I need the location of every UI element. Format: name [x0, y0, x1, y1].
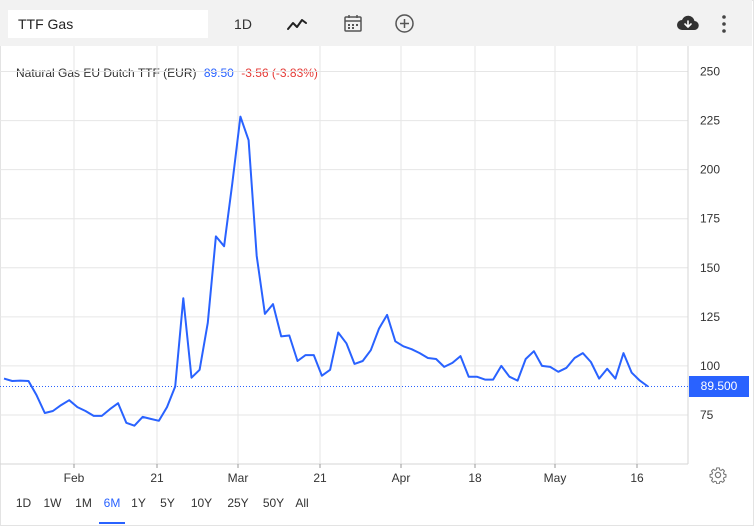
x-tick-label: Apr [392, 471, 411, 485]
y-tick-label: 150 [700, 261, 720, 275]
y-tick-label: 75 [700, 408, 714, 422]
x-tick-label: Feb [64, 471, 85, 485]
y-tick-label: 250 [700, 65, 720, 79]
y-tick-label: 225 [700, 114, 720, 128]
last-price-tag: 89.500 [689, 376, 749, 398]
range-1d[interactable]: 1D [10, 488, 37, 522]
y-tick-label: 100 [700, 359, 720, 373]
range-10y[interactable]: 10Y [183, 488, 220, 522]
chart-toolbar: 1D [0, 0, 752, 46]
range-50y[interactable]: 50Y [256, 488, 291, 522]
gear-icon[interactable] [709, 466, 727, 489]
range-5y[interactable]: 5Y [152, 488, 183, 522]
x-tick-label: 16 [630, 471, 644, 485]
calendar-icon[interactable] [343, 13, 363, 38]
y-axis: 75 100 125 150 175 200 225 250 [700, 65, 720, 422]
y-tick-label: 175 [700, 212, 720, 226]
symbol-search-input[interactable] [8, 10, 208, 38]
x-tick-label: 18 [468, 471, 482, 485]
range-1y[interactable]: 1Y [125, 488, 152, 522]
price-chart[interactable]: 75 100 125 150 175 200 225 250 Feb 21 Mar 21 Apr 18 M… [0, 46, 752, 486]
x-tick-label: 21 [313, 471, 327, 485]
x-tick-label: 21 [150, 471, 164, 485]
range-6m[interactable]: 6M [99, 488, 125, 524]
cloud-download-icon[interactable] [676, 14, 700, 39]
price-line [3, 115, 649, 427]
x-axis: Feb 21 Mar 21 Apr 18 May 16 [64, 464, 644, 485]
interval-button[interactable]: 1D [226, 10, 260, 38]
plus-circle-icon[interactable] [394, 13, 415, 39]
range-25y[interactable]: 25Y [220, 488, 256, 522]
grid-lines [0, 46, 689, 465]
y-tick-label: 200 [700, 163, 720, 177]
y-tick-label: 125 [700, 310, 720, 324]
range-1w[interactable]: 1W [37, 488, 68, 522]
price-series [0, 115, 688, 427]
line-chart-icon[interactable] [286, 14, 308, 39]
x-tick-label: Mar [228, 471, 249, 485]
more-vertical-icon[interactable] [720, 14, 728, 39]
range-1m[interactable]: 1M [68, 488, 99, 522]
range-all[interactable]: All [291, 488, 313, 522]
x-tick-label: May [544, 471, 567, 485]
